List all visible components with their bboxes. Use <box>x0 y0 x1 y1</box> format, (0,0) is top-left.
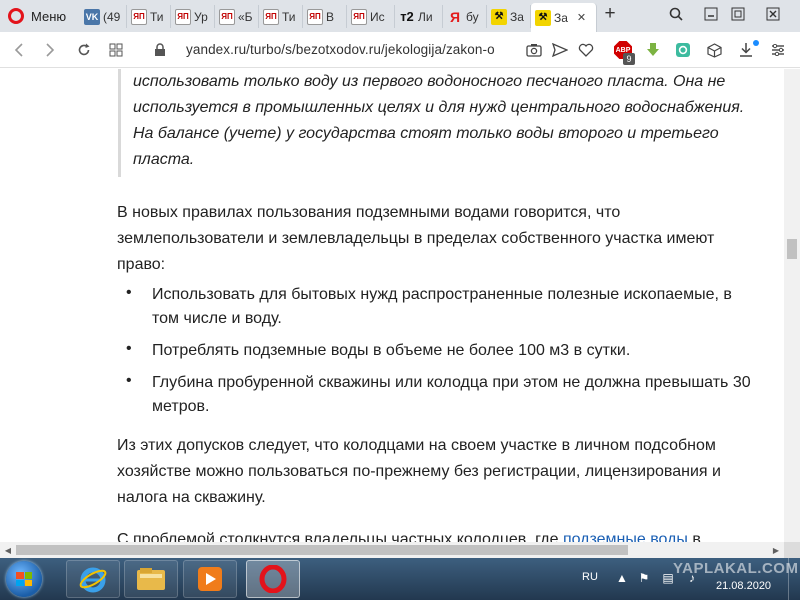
underground-water-link[interactable]: подземные воды <box>563 531 688 542</box>
yaplakal-favicon-icon: ЯП <box>131 8 147 25</box>
tab-article-active[interactable]: ⚒ За ✕ <box>531 3 597 32</box>
send-icon[interactable] <box>550 40 570 60</box>
tab-title: (49 <box>103 9 121 24</box>
horizontal-scrollbar[interactable]: ◀ ▶ <box>0 542 800 558</box>
scrollbar-corner <box>784 542 800 558</box>
maximize-button[interactable] <box>726 4 750 24</box>
watermark-text: YAPLAKAL.COM <box>673 560 799 577</box>
windows-taskbar: RU ▲ ⚑ ▤ ♪ YAPLAKAL.COM 21.08.2020 <box>0 558 800 600</box>
opera-menu-button[interactable]: Меню <box>0 0 76 32</box>
tab-yaplakal-1[interactable]: ЯП Ти <box>127 5 171 28</box>
roadwork-sign-favicon-icon: ⚒ <box>491 8 507 25</box>
tab-title: «Б <box>238 9 253 24</box>
windows-logo-icon <box>16 572 32 586</box>
vertical-scroll-thumb[interactable] <box>787 239 797 259</box>
yaplakal-favicon-icon: ЯП <box>219 8 235 25</box>
adblock-count-badge: 9 <box>623 53 635 65</box>
url-field[interactable]: yandex.ru/turbo/s/bezotxodov.ru/jekologi… <box>186 42 495 57</box>
extensions-cube-icon[interactable] <box>704 40 724 60</box>
tab-vk[interactable]: VK (49 <box>80 5 127 28</box>
scroll-left-arrow-icon[interactable]: ◀ <box>0 542 16 558</box>
tab-title: За <box>554 10 568 25</box>
lock-icon[interactable] <box>150 40 170 60</box>
yandex-favicon-icon: Я <box>449 8 461 25</box>
media-player-icon <box>198 567 222 591</box>
tab-title: Ур <box>194 9 208 24</box>
list-item: Глубина пробуренной скважины или колодца… <box>152 374 751 415</box>
vertical-scrollbar[interactable] <box>784 69 800 542</box>
tab-title: Ти <box>150 9 164 24</box>
page-content: использовать только воду из первого водо… <box>0 69 784 542</box>
extension-icon[interactable] <box>673 40 693 60</box>
language-indicator[interactable]: RU <box>582 571 598 583</box>
bullet-marker: • <box>126 372 132 389</box>
tab-yaplakal-6[interactable]: ЯП Ис <box>347 5 395 28</box>
menu-label: Меню <box>31 8 67 24</box>
quote-text: использовать только воду из первого водо… <box>133 73 745 168</box>
address-bar: yandex.ru/turbo/s/bezotxodov.ru/jekologi… <box>0 32 800 68</box>
action-center-flag-icon[interactable]: ⚑ <box>636 570 652 586</box>
download-arrow-icon[interactable] <box>643 40 663 60</box>
opera-logo-icon <box>8 8 24 24</box>
horizontal-scroll-thumb[interactable] <box>16 545 628 555</box>
paragraph-text-end: в <box>687 531 701 542</box>
back-button[interactable] <box>10 40 30 60</box>
yaplakal-favicon-icon: ЯП <box>351 8 367 25</box>
show-desktop-button[interactable] <box>788 558 800 600</box>
article-conclusion: Из этих допусков следует, что колодцами … <box>117 437 721 506</box>
camera-icon[interactable] <box>524 40 544 60</box>
bookmark-heart-icon[interactable] <box>576 40 596 60</box>
tab-yandex[interactable]: Я бу <box>443 5 487 28</box>
article-intro: В новых правилах пользования подземными … <box>117 204 715 273</box>
internet-explorer-icon <box>79 567 107 593</box>
yaplakal-favicon-icon: ЯП <box>307 8 323 25</box>
vk-favicon-icon: VK <box>84 8 100 25</box>
bullet-marker: • <box>126 340 132 357</box>
paragraph-text: С проблемой столкнутся владельцы частных… <box>117 531 563 542</box>
easy-setup-icon[interactable] <box>768 40 788 60</box>
tab-yaplakal-3[interactable]: ЯП «Б <box>215 5 259 28</box>
reload-button[interactable] <box>74 40 94 60</box>
article-quote: использовать только воду из первого водо… <box>118 69 768 177</box>
taskbar-explorer[interactable] <box>124 560 178 598</box>
bullet-marker: • <box>126 284 132 301</box>
tab-title: Ли <box>418 9 433 24</box>
taskbar-media-player[interactable] <box>183 560 237 598</box>
new-tab-button[interactable]: + <box>600 4 620 24</box>
speed-dial-icon[interactable] <box>106 40 126 60</box>
folder-icon <box>137 568 165 590</box>
tab-close-icon[interactable]: ✕ <box>577 11 586 24</box>
scroll-right-arrow-icon[interactable]: ▶ <box>768 542 784 558</box>
tele2-favicon-icon: т2 <box>400 9 414 24</box>
forward-button[interactable] <box>40 40 60 60</box>
tab-title: Ти <box>282 9 296 24</box>
tab-yaplakal-4[interactable]: ЯП Ти <box>259 5 303 28</box>
yaplakal-favicon-icon: ЯП <box>175 8 191 25</box>
taskbar-internet-explorer[interactable] <box>66 560 120 598</box>
tab-title: В <box>326 9 335 24</box>
tab-article-1[interactable]: ⚒ За <box>487 5 531 28</box>
roadwork-sign-favicon-icon: ⚒ <box>535 9 551 26</box>
tab-yaplakal-5[interactable]: ЯП В <box>303 5 347 28</box>
yaplakal-favicon-icon: ЯП <box>263 8 279 25</box>
tab-tele2[interactable]: т2 Ли <box>395 5 443 28</box>
tab-title: бу <box>466 9 479 24</box>
tab-title: Ис <box>370 9 385 24</box>
list-item: Использовать для бытовых нужд распростра… <box>152 286 732 327</box>
show-hidden-icons-icon[interactable]: ▲ <box>614 570 630 586</box>
start-button[interactable] <box>6 561 42 597</box>
taskbar-opera[interactable] <box>246 560 300 598</box>
list-item: Потреблять подземные воды в объеме не бо… <box>152 342 631 359</box>
clock-date[interactable]: 21.08.2020 <box>716 580 771 592</box>
article-next-paragraph: С проблемой столкнутся владельцы частных… <box>117 527 762 542</box>
search-tabs-icon[interactable] <box>664 4 688 24</box>
minimize-button[interactable] <box>699 4 723 24</box>
close-window-button[interactable] <box>758 4 788 24</box>
tab-title: За <box>510 9 524 24</box>
tab-yaplakal-2[interactable]: ЯП Ур <box>171 5 215 28</box>
opera-icon <box>259 565 287 593</box>
download-notification-dot <box>753 40 759 46</box>
tab-strip: Меню VK (49 ЯП Ти ЯП Ур ЯП «Б ЯП Ти ЯП В… <box>0 0 800 32</box>
